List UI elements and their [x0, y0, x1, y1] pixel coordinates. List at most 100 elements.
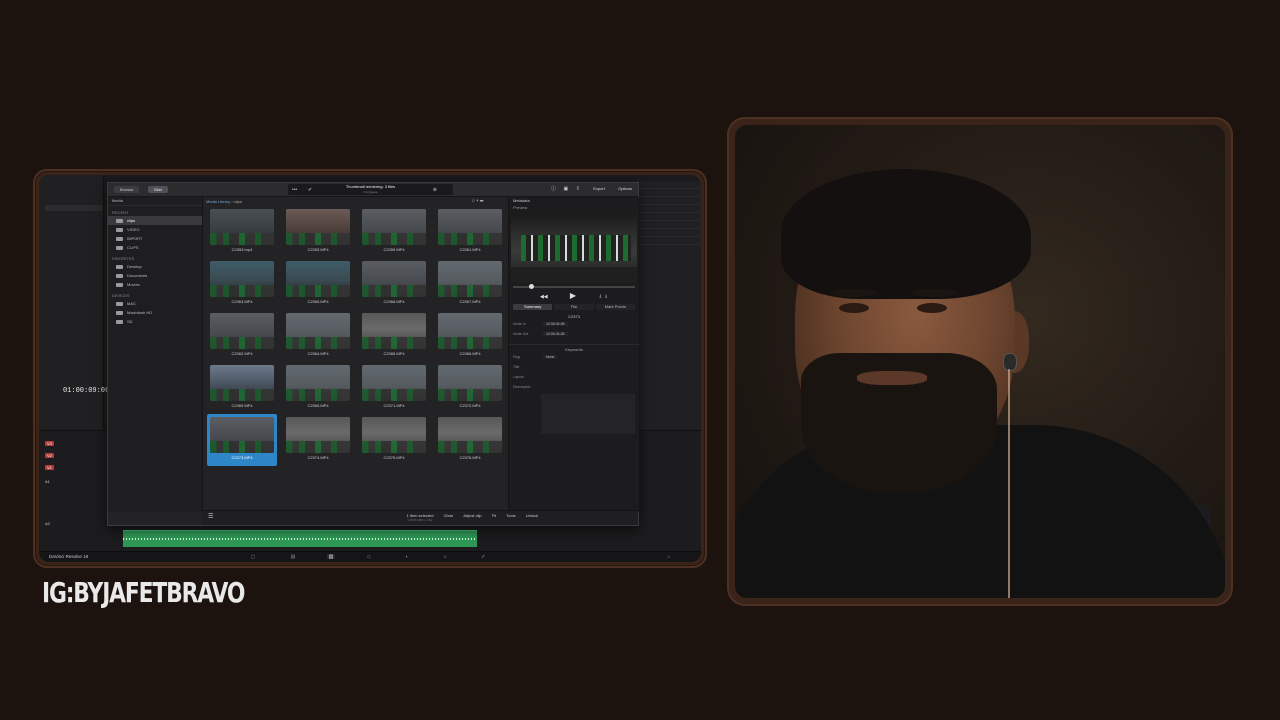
clip-thumbnail[interactable]: C2369.MP4 — [210, 365, 274, 411]
device-item[interactable]: Macintosh HD — [108, 308, 202, 317]
options-button[interactable]: Options — [612, 186, 632, 191]
page-fusion-icon[interactable]: ◇ — [365, 554, 373, 560]
adjust-clip-tool[interactable]: Adjust clip — [463, 513, 481, 518]
tools-tool[interactable]: Tools — [506, 513, 515, 518]
tree-row[interactable] — [45, 268, 103, 274]
clip-preview-viewer[interactable] — [511, 213, 637, 283]
device-item[interactable]: MAC — [108, 299, 202, 308]
page-media-icon[interactable]: ▢ — [249, 554, 257, 560]
folder-item[interactable]: Documents — [108, 271, 202, 280]
flag-select[interactable]: None — [543, 355, 558, 359]
folder-item[interactable]: Movies — [108, 280, 202, 289]
clip-thumbnail[interactable]: C2371.MP4 — [362, 365, 426, 411]
clip-thumbnail[interactable]: C2359.MP4 — [362, 209, 426, 255]
info-icon[interactable]: ⓘ — [551, 186, 556, 192]
tree-row[interactable] — [45, 250, 103, 256]
preview-scrubber[interactable] — [513, 284, 635, 289]
inspector-row[interactable] — [637, 205, 701, 213]
tree-row[interactable] — [45, 313, 103, 319]
clip-thumbnail[interactable]: C2353.mp4 — [210, 209, 274, 255]
tree-row[interactable] — [45, 187, 103, 193]
description-field[interactable] — [541, 394, 635, 434]
tree-row[interactable] — [45, 232, 103, 238]
track-v3[interactable]: V3 — [45, 441, 54, 446]
track-a2[interactable]: A2 — [45, 521, 50, 526]
play-icon[interactable]: ▶ — [570, 291, 576, 300]
clip-thumbnail[interactable]: C2353.MP4 — [286, 209, 350, 255]
tree-row[interactable] — [45, 277, 103, 283]
track-v1[interactable]: V1 — [45, 465, 54, 470]
tree-row[interactable] — [45, 259, 103, 265]
clip-thumbnail[interactable]: C2374.MP4 — [286, 417, 350, 463]
track-v2[interactable]: V2 — [45, 453, 54, 458]
inspector-row[interactable] — [637, 197, 701, 205]
cancel-icon[interactable]: ⊗ — [433, 187, 437, 193]
folder-item[interactable]: clips — [108, 216, 202, 225]
inspector-row[interactable] — [637, 237, 701, 245]
inspector-row[interactable] — [637, 189, 701, 197]
clip-thumbnail[interactable]: C2368.MP4 — [362, 261, 426, 307]
fit-tool[interactable]: Fit — [492, 513, 496, 518]
tree-row-selected[interactable] — [45, 205, 103, 211]
metadata-value[interactable]: 10:06:34:28 — [543, 332, 568, 336]
folder-item[interactable]: IMPORT — [108, 234, 202, 243]
tree-row[interactable] — [45, 295, 103, 301]
clip-thumbnail[interactable]: C2365.MP4 — [286, 261, 350, 307]
folder-item[interactable]: VIDEO — [108, 225, 202, 234]
page-fairlight-icon[interactable]: ♫ — [441, 554, 449, 560]
more-icon[interactable]: ••• — [292, 187, 297, 193]
page-cut-icon[interactable]: ▤ — [289, 554, 297, 560]
tree-row[interactable] — [45, 214, 103, 220]
page-deliver-icon[interactable]: ➚ — [479, 554, 487, 560]
clear-tool[interactable]: Clear — [444, 513, 454, 518]
folder-item[interactable]: Desktop — [108, 262, 202, 271]
home-icon[interactable]: ⌂ — [665, 554, 673, 560]
browse-tab[interactable]: Browse — [114, 186, 140, 193]
tree-row[interactable] — [45, 286, 103, 292]
tree-row[interactable] — [45, 223, 103, 229]
page-color-icon[interactable]: ◐ — [403, 554, 411, 560]
tab-file[interactable]: File — [554, 304, 594, 310]
inspector-row[interactable] — [637, 221, 701, 229]
breadcrumb-root[interactable]: Media Library — [206, 199, 230, 204]
inspector-row[interactable] — [637, 213, 701, 221]
clip-thumbnail[interactable]: C2372.MP4 — [438, 365, 502, 411]
device-item[interactable]: SD — [108, 317, 202, 326]
filter-icon[interactable]: ▾ — [476, 198, 478, 204]
metadata-value[interactable]: 10:06:34:08 — [543, 322, 568, 326]
tab-summary[interactable]: Summary — [513, 304, 553, 310]
scrubber-knob[interactable] — [529, 284, 534, 289]
folder-item[interactable]: CLIPS — [108, 243, 202, 252]
tree-row[interactable] — [45, 196, 103, 202]
clip-thumbnail[interactable]: C2366.MP4 — [438, 313, 502, 359]
clip-thumbnail[interactable]: C2363.MP4 — [210, 261, 274, 307]
list-view-icon[interactable]: ☰ — [480, 198, 484, 204]
mark-icon[interactable]: ⇃ ⇂ — [598, 294, 608, 300]
tree-row[interactable] — [45, 241, 103, 247]
inspector-row[interactable] — [637, 181, 701, 189]
unlock-tool[interactable]: Unlock — [526, 513, 538, 518]
breadcrumb-leaf[interactable]: clips — [234, 199, 242, 204]
clip-thumbnail[interactable]: C2362.MP4 — [210, 313, 274, 359]
tree-row[interactable] — [45, 178, 103, 184]
search-icon[interactable]: ⌕ — [472, 198, 475, 204]
layout-icon[interactable]: ▣ — [564, 186, 569, 192]
clip-thumbnail[interactable]: C2361.MP4 — [438, 209, 502, 255]
rewind-icon[interactable]: ◀◀ — [540, 294, 548, 300]
tab-mark-points[interactable]: Mark Points — [595, 304, 635, 310]
clip-thumbnail[interactable]: C2365.MP4 — [362, 313, 426, 359]
share-icon[interactable]: ⇪ — [576, 186, 580, 192]
export-button[interactable]: Export — [587, 186, 605, 191]
check-icon[interactable]: ✔ — [308, 187, 312, 193]
grid-tab[interactable]: Grid — [148, 186, 168, 193]
page-edit-icon[interactable]: ▥ — [327, 554, 335, 560]
clip-thumbnail[interactable]: C2375.MP4 — [362, 417, 426, 463]
clip-thumbnail[interactable]: C2373.MP4 — [207, 414, 277, 466]
clip-thumbnail[interactable]: C2364.MP4 — [286, 313, 350, 359]
tree-row[interactable] — [45, 304, 103, 310]
inspector-row[interactable] — [637, 229, 701, 237]
clip-thumbnail[interactable]: C2376.MP4 — [438, 417, 502, 463]
clip-thumbnail[interactable]: C2369.MP4 — [286, 365, 350, 411]
clip-thumbnail[interactable]: C2367.MP4 — [438, 261, 502, 307]
audio-waveform[interactable] — [123, 530, 477, 547]
